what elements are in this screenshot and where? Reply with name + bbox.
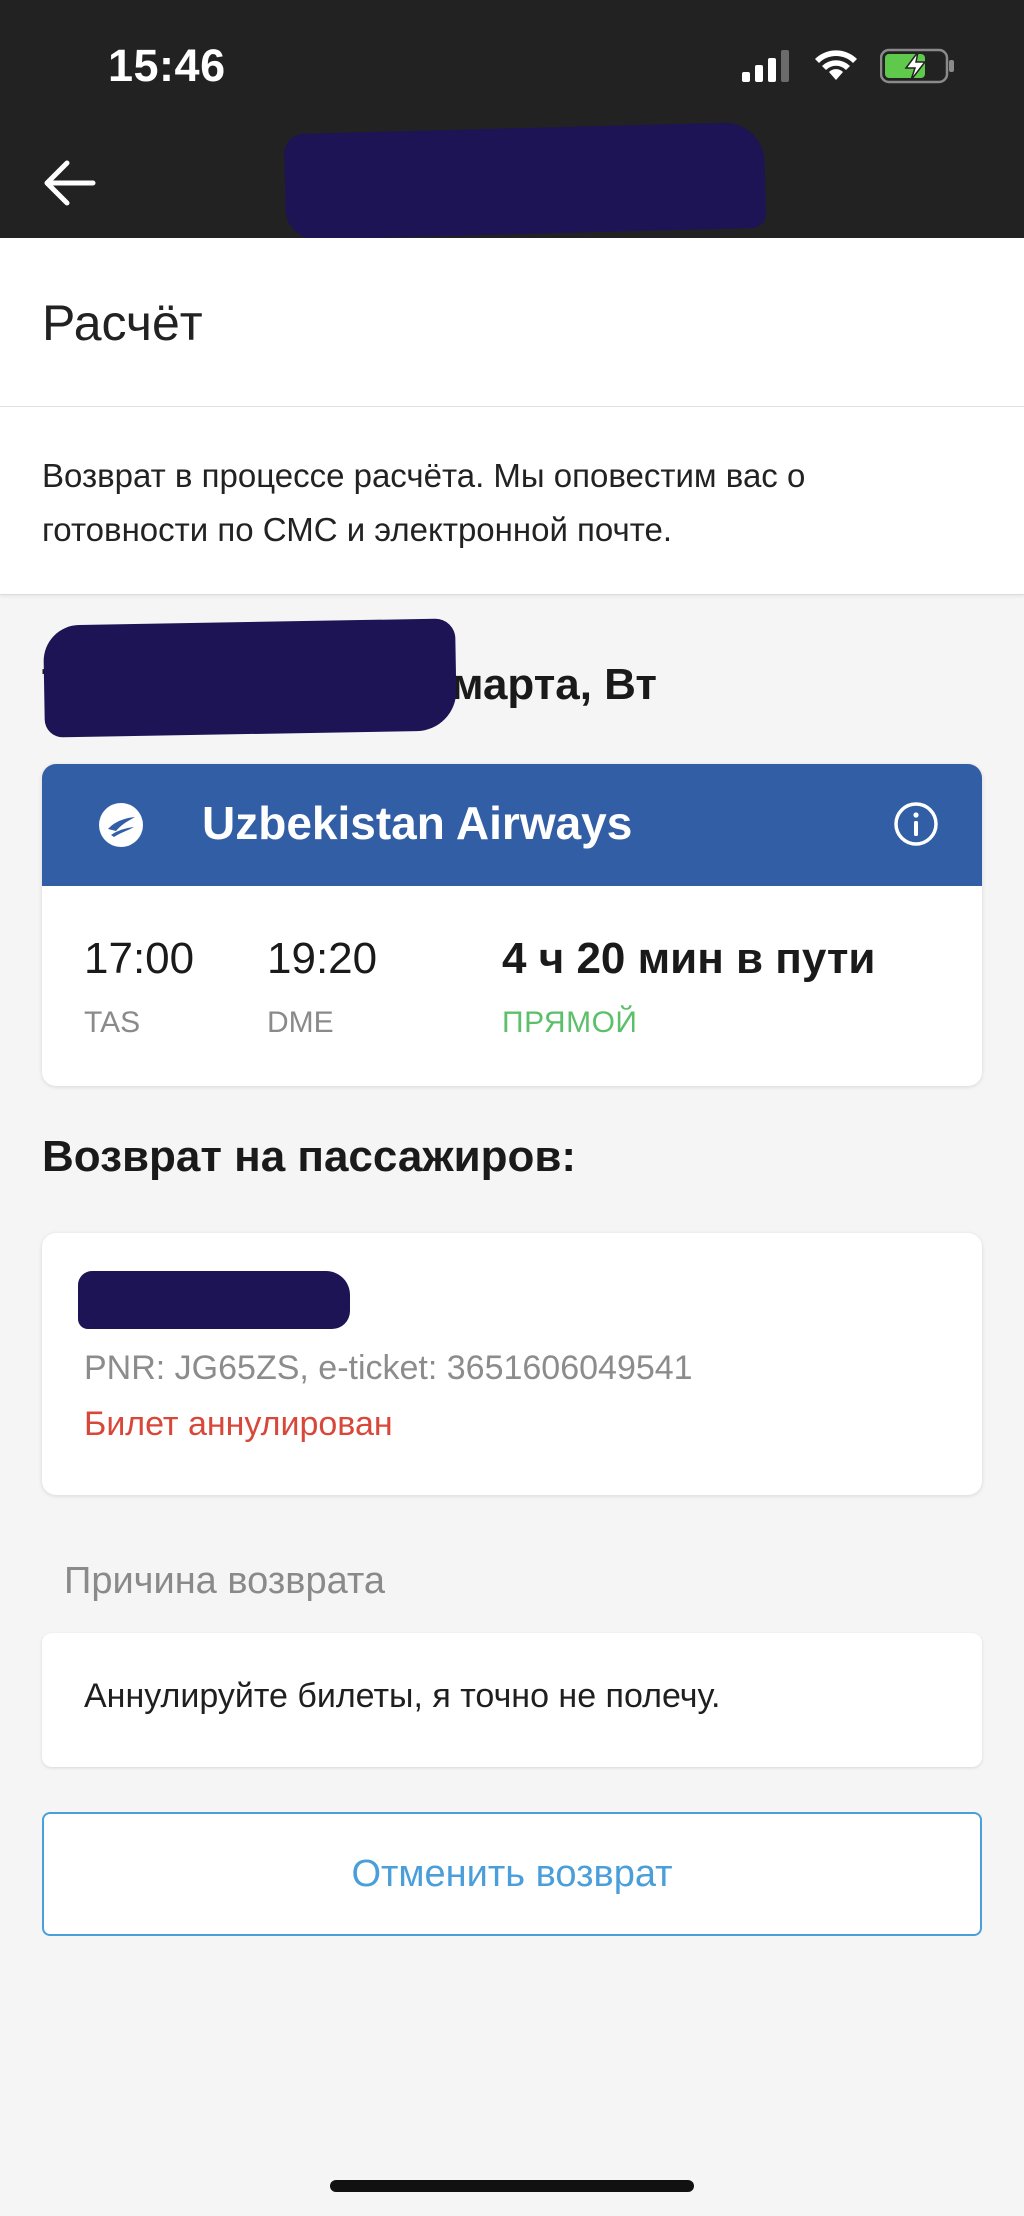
arrival-time: 19:20 (267, 934, 378, 983)
airline-name: Uzbekistan Airways (202, 797, 633, 849)
departure-time: 17:00 (84, 934, 195, 983)
page-title: Расчёт (42, 295, 203, 351)
section-header: Расчёт (0, 238, 1024, 407)
status-time: 15:46 (108, 40, 226, 91)
cancel-refund-button[interactable]: Отменить возврат (42, 1812, 982, 1936)
battery-charging-icon (879, 48, 956, 89)
pnr-ticket-line: PNR: JG65ZS, e-ticket: 3651606049541 (84, 1349, 693, 1387)
redacted-title (283, 121, 767, 241)
top-bar: 15:46 (0, 0, 1024, 241)
departure-block: 17:00 TAS (84, 934, 194, 1040)
passenger-card: PNR: JG65ZS, e-ticket: 3651606049541 Бил… (42, 1233, 982, 1495)
refund-reason-text: Аннулируйте билеты, я точно не полечу. (84, 1677, 721, 1715)
arrival-airport-code: DME (267, 1006, 334, 1039)
home-indicator[interactable] (330, 2180, 694, 2192)
redacted-passenger-name (78, 1271, 350, 1329)
back-button[interactable] (36, 150, 102, 216)
status-icons (742, 48, 956, 89)
refund-info-text: Возврат в процессе расчёта. Мы оповестим… (42, 457, 806, 548)
flight-card[interactable]: Uzbekistan Airways 17:00 TAS 19:20 DME 4… (42, 764, 982, 1086)
direct-flight-label: ПРЯМОЙ (502, 1006, 638, 1039)
departure-airport-code: TAS (84, 1006, 141, 1039)
airline-header: Uzbekistan Airways (42, 764, 982, 886)
passengers-heading: Возврат на пассажиров: (42, 1132, 577, 1181)
airline-logo-icon (99, 803, 143, 847)
arrow-left-icon (44, 160, 96, 206)
ticket-status: Билет аннулирован (84, 1405, 393, 1443)
flight-duration: 4 ч 20 мин в пути (502, 934, 876, 983)
arrival-block: 19:20 DME (267, 934, 377, 1040)
duration-block: 4 ч 20 мин в пути ПРЯМОЙ (502, 934, 875, 1040)
wifi-icon (814, 49, 858, 87)
info-circle-icon[interactable] (892, 800, 940, 848)
refund-reason-box: Аннулируйте билеты, я точно не полечу. (42, 1633, 982, 1767)
refund-reason-label: Причина возврата (64, 1560, 385, 1602)
signal-icon (742, 49, 792, 87)
redacted-route (43, 618, 457, 738)
refund-info-block: Возврат в процессе расчёта. Мы оповестим… (0, 407, 1024, 595)
